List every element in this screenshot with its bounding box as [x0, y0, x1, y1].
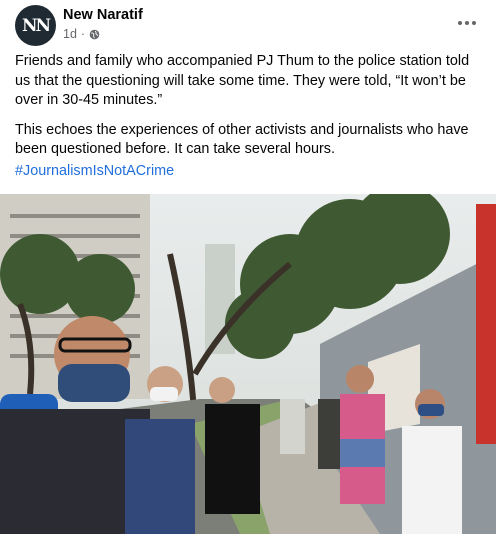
person-black-dress: [205, 404, 260, 514]
photo-illustration: [0, 194, 496, 534]
person-white-top: [402, 426, 462, 534]
person-light-outfit: [280, 399, 305, 454]
post-paragraph: This echoes the experiences of other act…: [15, 121, 469, 158]
post-timestamp[interactable]: 1d: [63, 27, 77, 41]
red-banner: [476, 204, 496, 444]
more-dot: [472, 21, 476, 25]
hashtag-link[interactable]: #JournalismIsNotACrime: [15, 163, 174, 179]
post-text: Friends and family who accompanied PJ Th…: [15, 52, 485, 170]
globe-icon: [89, 29, 100, 39]
page-name-link[interactable]: New Naratif: [63, 7, 143, 23]
patterned-face-mask: [58, 364, 130, 402]
post-meta: 1d ·: [63, 27, 100, 41]
person-blue-shirt: [125, 419, 195, 534]
post-header: NN New Naratif 1d ·: [0, 0, 496, 48]
avatar-logo-text: NN: [21, 15, 51, 36]
post-paragraph: Friends and family who accompanied PJ Th…: [15, 53, 470, 108]
more-dot: [465, 21, 469, 25]
more-options-button[interactable]: [454, 13, 480, 33]
post-photo[interactable]: [0, 194, 496, 534]
facebook-post: NN New Naratif 1d · Friends and family w…: [0, 0, 496, 534]
meta-separator: ·: [80, 27, 86, 41]
avatar[interactable]: NN: [15, 5, 56, 46]
more-dot: [458, 21, 462, 25]
